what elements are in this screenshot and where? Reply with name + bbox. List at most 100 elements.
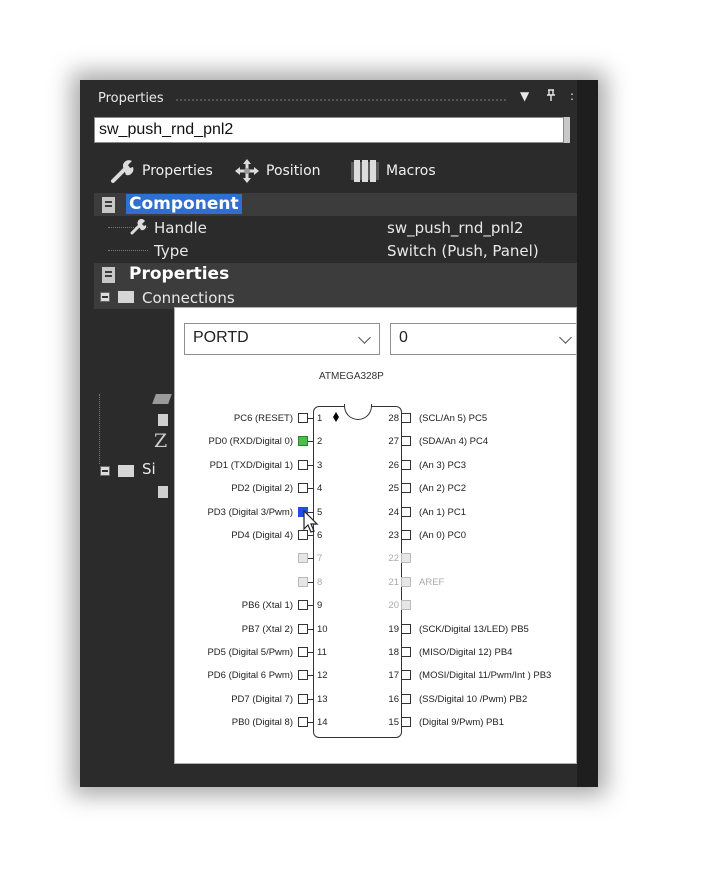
pin-box[interactable] bbox=[298, 693, 308, 704]
category-properties[interactable]: Properties bbox=[94, 263, 577, 286]
pin-box[interactable] bbox=[401, 670, 411, 681]
pin-lead bbox=[308, 722, 313, 724]
pin-number: 13 bbox=[317, 693, 328, 705]
pin-box[interactable] bbox=[401, 576, 411, 587]
pin-row-2[interactable]: PD0 (RXD/Digital 0) 2 bbox=[175, 435, 330, 448]
pin-box[interactable] bbox=[401, 459, 411, 470]
pin-box[interactable] bbox=[401, 553, 411, 564]
move-arrows-icon bbox=[235, 159, 259, 183]
pin-icon-svg bbox=[547, 89, 555, 101]
pin-box[interactable] bbox=[298, 459, 308, 470]
pin1-marker-icon bbox=[333, 412, 339, 422]
group-connections[interactable]: Connections bbox=[94, 286, 577, 309]
pin-row-24[interactable]: 24 (An 1) PC1 bbox=[383, 506, 576, 519]
collapse-icon[interactable] bbox=[100, 292, 110, 302]
pin-number: 10 bbox=[317, 623, 328, 635]
pin-row-8[interactable]: 8 bbox=[175, 576, 330, 589]
pin-box[interactable] bbox=[401, 600, 411, 611]
property-row-type[interactable]: Type Switch (Push, Panel) bbox=[94, 239, 577, 262]
pin-row-26[interactable]: 26 (An 3) PC3 bbox=[383, 459, 576, 472]
bit-select[interactable]: 0 bbox=[390, 323, 576, 355]
pin-box[interactable] bbox=[401, 483, 411, 494]
component-name-input[interactable]: sw_push_rnd_pnl2 bbox=[94, 117, 564, 143]
pin-box[interactable] bbox=[401, 717, 411, 728]
category-component[interactable]: Component bbox=[94, 193, 577, 216]
tab-position[interactable]: Position bbox=[234, 154, 321, 188]
pin-box[interactable] bbox=[298, 553, 308, 564]
close-icon[interactable]: : bbox=[570, 89, 574, 103]
port-icon bbox=[152, 394, 172, 404]
pin-row-15[interactable]: 15 (Digital 9/Pwm) PB1 bbox=[383, 716, 576, 729]
pin-number: 22 bbox=[388, 553, 399, 565]
tab-macros[interactable]: Macros bbox=[350, 154, 436, 188]
tab-properties[interactable]: Properties bbox=[110, 154, 213, 188]
pin-row-22[interactable]: 22 bbox=[383, 552, 576, 565]
pin-box[interactable] bbox=[401, 436, 411, 447]
name-field-scrollbar[interactable] bbox=[564, 117, 570, 143]
pin-row-13[interactable]: PD7 (Digital 7) 13 bbox=[175, 693, 330, 706]
pin-box[interactable] bbox=[298, 483, 308, 494]
pin-number: 26 bbox=[388, 459, 399, 471]
titlebar-grip[interactable] bbox=[176, 99, 506, 101]
chevron-down-icon bbox=[358, 331, 371, 344]
pin-box[interactable] bbox=[298, 576, 308, 587]
pin-label: PB6 (Xtal 1) bbox=[241, 600, 293, 612]
pin-row-7[interactable]: 7 bbox=[175, 552, 330, 565]
pin-row-17[interactable]: 17 (MOSI/Digital 11/Pwm/Int ) PB3 bbox=[383, 669, 576, 682]
pin-row-9[interactable]: PB6 (Xtal 1) 9 bbox=[175, 599, 330, 612]
pin-box[interactable] bbox=[401, 530, 411, 540]
tab-position-label: Position bbox=[266, 163, 321, 179]
collapse-icon[interactable] bbox=[100, 466, 110, 476]
panel-dropdown-icon[interactable]: ▼ bbox=[520, 89, 529, 103]
property-icon bbox=[158, 486, 168, 498]
category-icon bbox=[102, 267, 115, 283]
tab-properties-label: Properties bbox=[142, 163, 213, 179]
pin-box[interactable] bbox=[298, 600, 308, 611]
macros-icon bbox=[351, 160, 379, 182]
pin-row-19[interactable]: 19 (SCK/Digital 13/LED) PB5 bbox=[383, 623, 576, 636]
property-row-handle[interactable]: Handle sw_push_rnd_pnl2 bbox=[94, 216, 577, 239]
pin-row-14[interactable]: PB0 (Digital 8) 14 bbox=[175, 716, 330, 729]
pin-box[interactable] bbox=[298, 670, 308, 681]
pin-number: 17 bbox=[388, 670, 399, 682]
pin-box[interactable] bbox=[298, 647, 308, 657]
pin-number: 8 bbox=[317, 576, 323, 588]
pin-row-18[interactable]: 18 (MISO/Digital 12) PB4 bbox=[383, 646, 576, 659]
pin-row-21[interactable]: 21 AREF bbox=[383, 576, 576, 589]
pin-box[interactable] bbox=[401, 623, 411, 634]
pin-row-11[interactable]: PD5 (Digital 5/Pwm) 11 bbox=[175, 646, 330, 659]
pin-row-25[interactable]: 25 (An 2) PC2 bbox=[383, 482, 576, 495]
pin-row-1[interactable]: PC6 (RESET) 1 bbox=[175, 412, 330, 425]
pin-label: (MISO/Digital 12) PB4 bbox=[419, 647, 513, 658]
pin-row-28[interactable]: 28 (SCL/An 5) PC5 bbox=[383, 412, 576, 425]
pin-row-12[interactable]: PD6 (Digital 6 Pwm) 12 bbox=[175, 669, 330, 682]
pin-box[interactable] bbox=[401, 693, 411, 704]
folder-icon bbox=[118, 465, 134, 477]
pin-icon[interactable] bbox=[546, 89, 556, 104]
pin-number: 5 bbox=[317, 506, 323, 518]
pin-box[interactable] bbox=[298, 436, 308, 447]
pin-box[interactable] bbox=[298, 413, 308, 423]
pin-lead bbox=[308, 441, 313, 443]
port-select[interactable]: PORTD bbox=[184, 323, 380, 355]
pin-box[interactable] bbox=[298, 623, 308, 634]
pin-lead bbox=[308, 488, 313, 490]
pin-row-27[interactable]: 27 (SDA/An 4) PC4 bbox=[383, 435, 576, 448]
pin-row-23[interactable]: 23 (An 0) PC0 bbox=[383, 529, 576, 542]
tree-column-fragment: Z Si bbox=[94, 394, 174, 514]
pin-row-16[interactable]: 16 (SS/Digital 10 /Pwm) PB2 bbox=[383, 693, 576, 706]
pin-row-10[interactable]: PB7 (Xtal 2) 10 bbox=[175, 623, 330, 636]
pin-box[interactable] bbox=[401, 647, 411, 657]
wrench-icon bbox=[130, 219, 147, 235]
panel-title: Properties bbox=[98, 91, 164, 106]
pin-label: PD0 (RXD/Digital 0) bbox=[208, 436, 293, 448]
pin-box[interactable] bbox=[401, 413, 411, 423]
pin-box[interactable] bbox=[298, 717, 308, 728]
property-value[interactable]: Switch (Push, Panel) bbox=[387, 242, 539, 260]
pin-row-20[interactable]: 20 bbox=[383, 599, 576, 612]
pin-box[interactable] bbox=[401, 506, 411, 517]
tree-line bbox=[108, 250, 148, 251]
pin-row-4[interactable]: PD2 (Digital 2) 4 bbox=[175, 482, 330, 495]
property-value[interactable]: sw_push_rnd_pnl2 bbox=[387, 219, 524, 237]
pin-row-3[interactable]: PD1 (TXD/Digital 1) 3 bbox=[175, 459, 330, 472]
